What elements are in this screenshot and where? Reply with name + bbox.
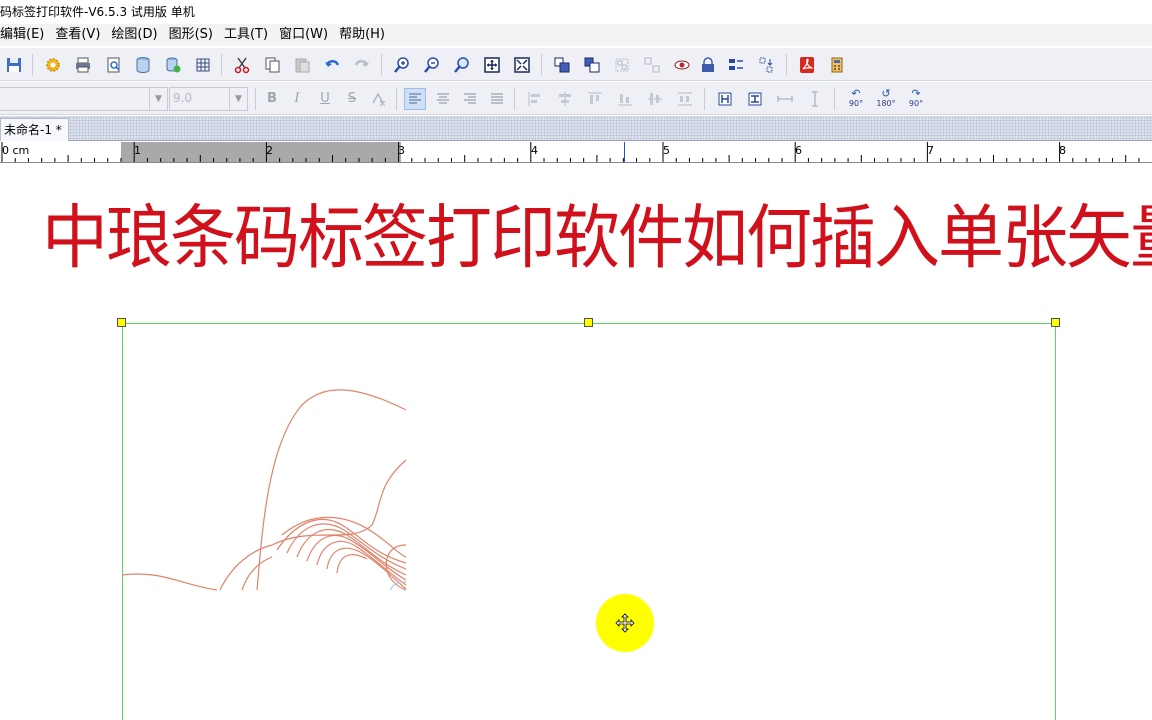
group-icon[interactable] [611,54,633,76]
ruler-ticks [1,142,1140,162]
database-connect-icon[interactable] [162,54,184,76]
align-right-icon[interactable] [459,88,481,110]
label-canvas[interactable]: 中琅条码标签打印软件如何插入单张矢量图 [0,163,1152,720]
menu-draw[interactable]: 绘图(D) [111,24,163,46]
redo-icon[interactable] [351,54,373,76]
menu-bar: 编辑(E) 查看(V) 绘图(D) 图形(S) 工具(T) 窗口(W) 帮助(H… [0,24,1152,46]
horizontal-spacing-icon[interactable] [774,88,796,110]
italic-button[interactable]: I [287,89,307,109]
object-align-bottom-icon[interactable] [614,88,636,110]
chevron-down-icon[interactable]: ▼ [149,88,167,110]
align-justify-icon[interactable] [486,88,508,110]
window-title: 码标签打印软件-V6.5.3 试用版 单机 [0,5,195,19]
rotate-180-button[interactable]: ↺ 180° [873,88,899,110]
fit-all-icon[interactable] [511,54,533,76]
ruler-mark: 7 [927,144,934,157]
same-width-icon[interactable] [714,88,736,110]
font-size-value: 9.0 [173,91,193,105]
resize-handle-top-left[interactable] [117,318,126,327]
document-tab-strip: 未命名-1 * [0,116,1152,141]
underline-button[interactable]: U [315,89,335,109]
ungroup-icon[interactable] [641,54,663,76]
vector-image[interactable] [122,385,407,592]
print-preview-icon[interactable] [103,54,125,76]
clear-format-icon[interactable] [367,88,389,110]
title-bar: 码标签打印软件-V6.5.3 试用版 单机 [0,0,1152,24]
resize-handle-top-right[interactable] [1051,318,1060,327]
fit-page-icon[interactable] [481,54,503,76]
move-cursor-icon [615,613,635,633]
ruler-mark: 2 [266,144,273,157]
app-window: 码标签打印软件-V6.5.3 试用版 单机 编辑(E) 查看(V) 绘图(D) … [0,0,1152,720]
ruler-mark: 3 [398,144,405,157]
font-name-select[interactable]: ▼ [0,87,168,111]
object-distribute-icon[interactable] [674,88,696,110]
strikethrough-button[interactable]: S [342,89,362,109]
ruler-mark: 5 [663,144,670,157]
menu-help[interactable]: 帮助(H) [339,24,391,46]
object-align-top-icon[interactable] [584,88,606,110]
rotate-cw-icon: ↷ [911,87,921,100]
object-align-center-icon[interactable] [554,88,576,110]
rotate-90-button[interactable]: ↶ 90° [843,88,869,110]
bold-button[interactable]: B [262,89,282,109]
horizontal-ruler: 0 cm 1 2 3 4 5 6 7 8 [0,142,1152,163]
menu-tools[interactable]: 工具(T) [224,24,274,46]
ruler-mark: 6 [795,144,802,157]
zoom-icon[interactable] [451,54,473,76]
rotate-180-icon: ↺ [881,87,891,100]
grid-icon[interactable] [192,54,214,76]
same-height-icon[interactable] [744,88,766,110]
headline-text: 中琅条码标签打印软件如何插入单张矢量图 [42,197,1152,279]
bring-front-icon[interactable] [551,54,573,76]
save-icon[interactable] [3,54,25,76]
chevron-down-icon[interactable]: ▼ [229,88,247,110]
vertical-spacing-icon[interactable] [804,88,826,110]
ruler-mark: 8 [1059,144,1066,157]
document-tab[interactable]: 未命名-1 * [0,118,69,141]
zoom-in-icon[interactable] [391,54,413,76]
ruler-mark: 1 [134,144,141,157]
menu-window[interactable]: 窗口(W) [279,24,334,46]
object-align-left-icon[interactable] [524,88,546,110]
zoom-out-icon[interactable] [421,54,443,76]
lock-icon[interactable] [697,54,719,76]
align-icon[interactable] [725,54,747,76]
pdf-icon[interactable] [796,54,818,76]
resize-handle-top-center[interactable] [584,318,593,327]
menu-edit[interactable]: 编辑(E) [0,24,50,46]
align-center-icon[interactable] [432,88,454,110]
font-size-select[interactable]: 9.0 ▼ [169,87,248,111]
format-toolbar: ▼ 9.0 ▼ B I U S ↶ 90° ↺ 180° ↷ 90° [0,81,1152,115]
menu-view[interactable]: 查看(V) [55,24,106,46]
undo-icon[interactable] [321,54,343,76]
copy-icon[interactable] [261,54,283,76]
send-back-icon[interactable] [581,54,603,76]
align-left-icon[interactable] [404,88,426,110]
ruler-unit-label: 0 cm [2,144,30,157]
print-icon[interactable] [72,54,94,76]
database-icon[interactable] [132,54,154,76]
cut-icon[interactable] [231,54,253,76]
settings-icon[interactable] [42,54,64,76]
preview-eye-icon[interactable] [671,54,693,76]
object-align-middle-icon[interactable] [644,88,666,110]
paste-icon[interactable] [291,54,313,76]
rotate-ccw-icon: ↶ [851,87,861,100]
main-toolbar [0,47,1152,81]
distribute-icon[interactable] [755,54,777,76]
ruler-mark: 4 [531,144,538,157]
rotate-90-cw-button[interactable]: ↷ 90° [903,88,929,110]
menu-shape[interactable]: 图形(S) [169,24,219,46]
calculator-icon[interactable] [826,54,848,76]
